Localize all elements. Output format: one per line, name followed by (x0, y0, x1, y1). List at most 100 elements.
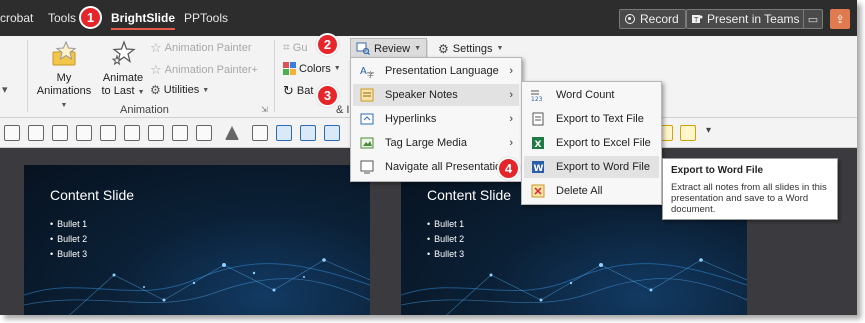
record-button[interactable]: Record (619, 9, 686, 29)
delete-notes-icon (530, 183, 546, 199)
chevron-down-icon: ▼ (414, 45, 422, 52)
utilities-button[interactable]: ⚙ Utilities ▼ (150, 83, 209, 97)
slide-title: Content Slide (427, 187, 512, 203)
step-badge-2: 2 (316, 33, 339, 56)
collapsed-group-caret[interactable]: ▾ (2, 83, 8, 96)
menu-item-label: Navigate all Presentations (385, 161, 513, 173)
export-word-tooltip: Export to Word File Extract all notes fr… (662, 158, 838, 220)
share-button[interactable]: ⇪ (830, 9, 850, 29)
align-middle-icon[interactable] (100, 125, 116, 141)
stack-icon[interactable] (324, 125, 340, 141)
share-icon: ⇪ (835, 13, 845, 26)
colors-button[interactable]: Colors ▼ (283, 62, 341, 75)
animation-group-label: Animation (120, 104, 169, 116)
step-badge-1: 1 (79, 6, 102, 29)
menu-item-hyperlinks[interactable]: Hyperlinks › (353, 108, 519, 130)
review-button[interactable]: Review ▼ (350, 38, 428, 59)
menu-item-label: Presentation Language (385, 65, 499, 77)
animation-painter-plus-label: Animation Painter+ (164, 64, 258, 76)
comment-icon: ▭ (807, 13, 819, 26)
utilities-label: Utilities (163, 84, 200, 96)
menu-item-tag-large-media[interactable]: Tag Large Media › (353, 132, 519, 154)
align-top-icon[interactable] (76, 125, 92, 141)
align-bottom-icon[interactable] (124, 125, 140, 141)
tag-media-icon (359, 135, 375, 151)
menu-item-navigate-all-presentations[interactable]: Navigate all Presentations (353, 156, 519, 178)
chevron-down-icon: ▼ (137, 89, 145, 96)
menu-item-export-text[interactable]: Export to Text File (524, 108, 659, 130)
svg-text:T: T (693, 16, 699, 24)
swap-position-icon[interactable] (300, 125, 316, 141)
review-label: Review (374, 42, 411, 55)
slide-thumbnail[interactable]: Content Slide Bullet 1 Bullet 2 Bullet 3 (24, 165, 370, 315)
batch-button[interactable]: ↻ Bat (283, 83, 313, 99)
present-in-teams-label: Present in Teams (707, 12, 800, 26)
step-badge-3: 3 (316, 84, 339, 107)
animate-label-1: Animate (102, 72, 144, 84)
my-animations-button[interactable]: My Animations ▼ (34, 40, 94, 112)
menu-item-export-word[interactable]: W Export to Word File (524, 156, 659, 178)
svg-text:X: X (535, 140, 542, 150)
menu-item-export-excel[interactable]: X Export to Excel File (524, 132, 659, 154)
match-width-icon[interactable] (196, 125, 212, 141)
menu-item-word-count[interactable]: 123 Word Count (524, 84, 659, 106)
svg-text:123: 123 (531, 96, 543, 102)
align-left-icon[interactable] (4, 125, 20, 141)
chevron-right-icon: › (509, 113, 513, 125)
menu-item-label: Export to Word File (556, 161, 650, 173)
utilities-icon: ⚙ (150, 83, 161, 97)
group-divider (27, 40, 28, 112)
menu-item-label: Export to Text File (556, 113, 644, 125)
tooltip-body: Extract all notes from all slides in thi… (671, 182, 827, 215)
animate-to-last-button[interactable]: Animate to Last ▼ (100, 40, 146, 99)
group-label-partial: & I (336, 104, 350, 116)
triangle-icon[interactable] (225, 126, 239, 140)
menu-item-speaker-notes[interactable]: Speaker Notes › (353, 84, 519, 106)
guides-icon: ⌗ (283, 40, 290, 54)
group-divider (274, 40, 275, 112)
menu-item-delete-all[interactable]: Delete All (524, 180, 659, 202)
bullet-item: Bullet 2 (50, 232, 87, 247)
comments-button[interactable]: ▭ (803, 9, 823, 29)
note-icon[interactable] (680, 125, 696, 141)
bullet-item: Bullet 1 (50, 217, 87, 232)
teams-icon: T (691, 13, 703, 25)
star-outline-icon: ☆ (150, 40, 162, 55)
menu-item-label: Delete All (556, 185, 603, 197)
group-divider (427, 40, 428, 58)
hyperlinks-icon (359, 111, 375, 127)
colors-label: Colors (299, 62, 331, 75)
record-icon (624, 13, 636, 25)
settings-button[interactable]: ⚙ Settings ▼ (432, 38, 509, 59)
align-center-icon[interactable] (28, 125, 44, 141)
align-right-icon[interactable] (52, 125, 68, 141)
distribute-horizontal-icon[interactable] (148, 125, 164, 141)
navigate-icon (359, 159, 375, 175)
tab-acrobat[interactable]: crobat (0, 11, 33, 25)
language-icon: A字 (359, 63, 375, 79)
tab-pptools[interactable]: PPTools (184, 11, 228, 25)
dialog-launcher-icon[interactable]: ⇲ (261, 105, 268, 114)
animation-painter-button[interactable]: ☆ Animation Painter (150, 40, 251, 56)
menu-item-presentation-language[interactable]: A字 Presentation Language › (353, 60, 519, 82)
my-animations-label-1: My (56, 72, 72, 84)
chevron-down-icon: ▼ (60, 102, 68, 109)
guides-button[interactable]: ⌗ Gu (283, 40, 307, 55)
animation-painter-plus-button[interactable]: ☆ Animation Painter+ (150, 62, 258, 78)
star-folder-icon (52, 40, 77, 66)
present-in-teams-button[interactable]: T Present in Teams (686, 9, 807, 29)
svg-text:W: W (534, 164, 544, 174)
tab-brightslide[interactable]: BrightSlide (111, 11, 176, 30)
distribute-vertical-icon[interactable] (172, 125, 188, 141)
match-height-icon[interactable] (252, 125, 268, 141)
tab-tools[interactable]: Tools (48, 11, 76, 25)
menu-item-label: Hyperlinks (385, 113, 437, 125)
resize-icon[interactable] (276, 125, 292, 141)
menu-item-label: Tag Large Media (385, 137, 467, 149)
bullet-item: Bullet 1 (427, 217, 464, 232)
excel-icon: X (530, 135, 546, 151)
chevron-down-icon: ▼ (496, 45, 504, 52)
overflow-chevron-icon[interactable]: ▾ (706, 125, 711, 136)
slide-bullets: Bullet 1 Bullet 2 Bullet 3 (50, 217, 87, 262)
step-badge-4: 4 (497, 157, 520, 180)
